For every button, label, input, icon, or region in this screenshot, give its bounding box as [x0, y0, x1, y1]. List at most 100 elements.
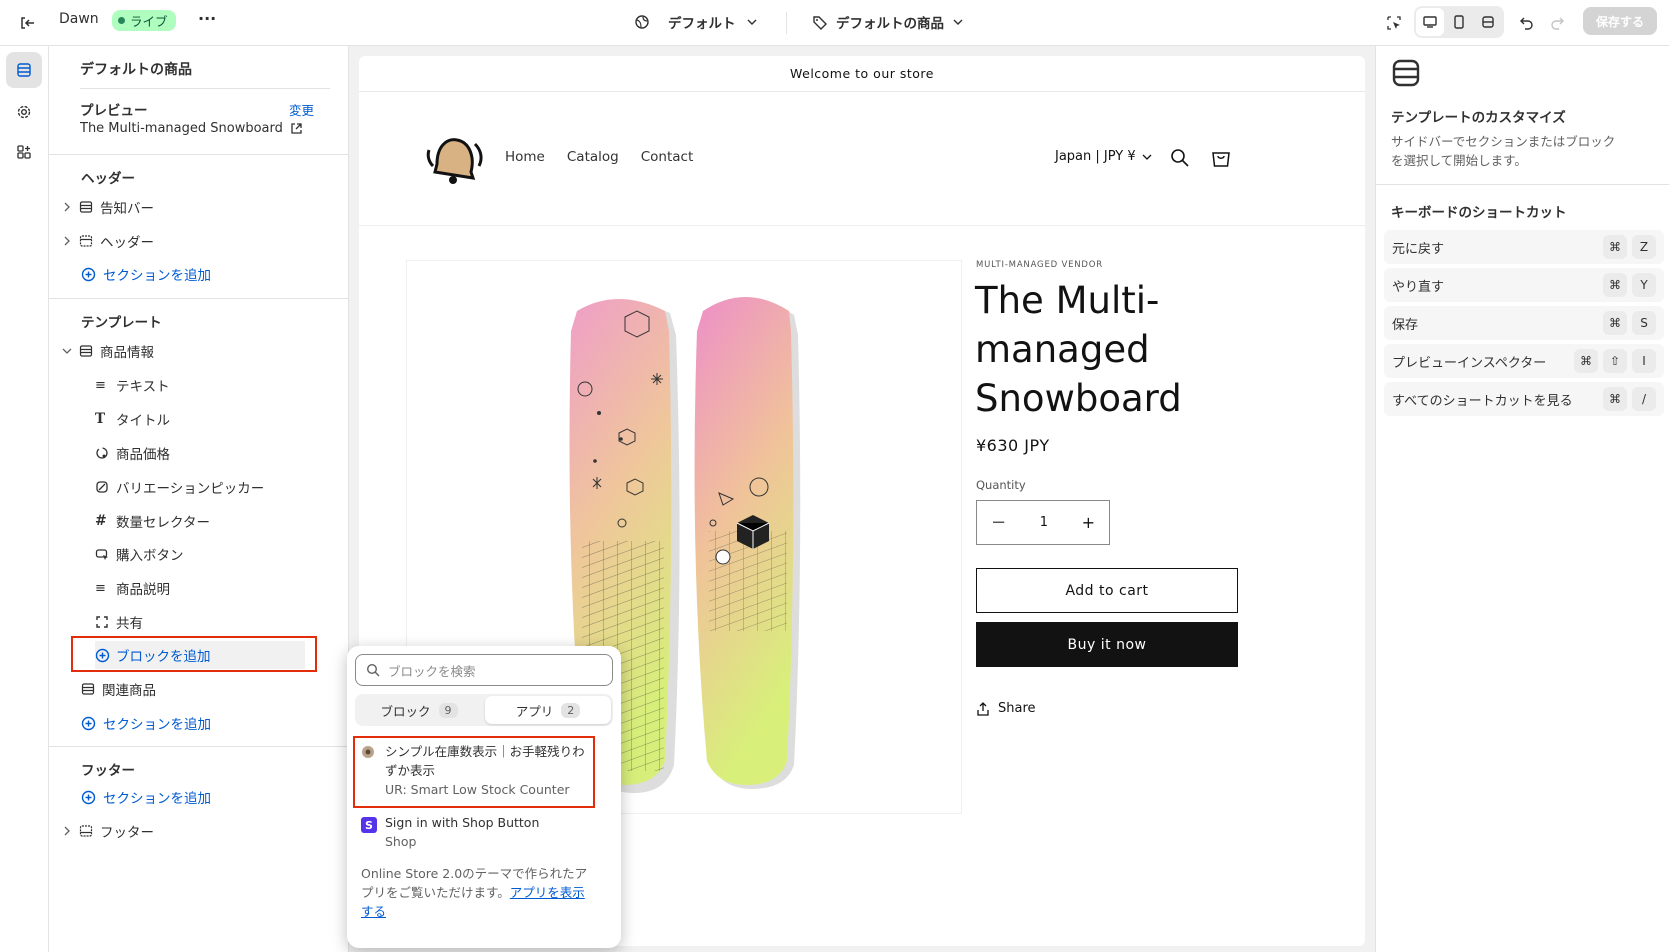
desktop-view-button[interactable] — [1416, 8, 1444, 36]
product-vendor: MULTI-MANAGED VENDOR — [976, 260, 1103, 270]
add-section-button[interactable]: セクションを追加 — [81, 260, 211, 288]
fullwidth-icon — [1481, 16, 1494, 28]
app-block-item-shop-login[interactable]: S Sign in with Shop Button Shop — [361, 813, 593, 855]
add-section-button[interactable]: セクションを追加 — [81, 783, 211, 811]
device-toggle-group — [1414, 6, 1504, 38]
announcement-bar: Welcome to our store — [359, 56, 1365, 92]
quantity-stepper[interactable]: − 1 + — [976, 500, 1110, 545]
add-block-button[interactable]: ブロックを追加 — [95, 641, 305, 669]
theme-settings-button[interactable] — [6, 94, 42, 130]
preview-change-link[interactable]: 変更 — [289, 100, 314, 119]
shortcuts-title: キーボードのショートカット — [1391, 205, 1567, 221]
nav-link-catalog[interactable]: Catalog — [567, 149, 619, 165]
command-key: ⌘ — [1603, 311, 1627, 335]
nav-link-home[interactable]: Home — [505, 149, 545, 165]
share-button[interactable]: Share — [976, 701, 1036, 716]
redo-icon — [1551, 17, 1564, 30]
sections-nav-button[interactable] — [6, 52, 42, 88]
title-t-icon: T — [95, 411, 106, 427]
command-key: ⌘ — [1603, 387, 1627, 411]
add-to-cart-button[interactable]: Add to cart — [976, 568, 1238, 613]
section-item-product-info[interactable]: 商品情報 — [61, 337, 154, 365]
apps-nav-button[interactable] — [6, 134, 42, 170]
product-price: ¥630 JPY — [976, 436, 1050, 455]
text-lines-icon: ≡ — [95, 377, 106, 393]
block-item-title[interactable]: T タイトル — [95, 405, 170, 433]
price-tag-icon — [96, 447, 108, 459]
cart-icon[interactable] — [1210, 147, 1232, 169]
product-title: The Multi- managed Snowboard — [975, 279, 1182, 420]
section-item-footer[interactable]: フッター — [61, 817, 154, 845]
preview-label: プレビュー — [80, 103, 148, 119]
inspector-button[interactable] — [1381, 10, 1407, 36]
block-item-description[interactable]: ≡ 商品説明 — [95, 574, 170, 602]
command-key: ⌘ — [1603, 273, 1627, 297]
sections-icon — [17, 63, 31, 77]
fullscreen-view-button[interactable] — [1473, 8, 1502, 36]
shortcut-row: 保存 ⌘ S — [1384, 306, 1664, 340]
block-item-quantity-selector[interactable]: # 数量セレクター — [95, 507, 210, 535]
divider — [49, 154, 349, 155]
block-tabs: ブロック 9 アプリ 2 — [355, 694, 613, 726]
template-select[interactable]: デフォルトの商品 — [812, 12, 964, 32]
quantity-value[interactable]: 1 — [1040, 515, 1048, 530]
preview-product-link[interactable]: The Multi-managed Snowboard — [80, 121, 303, 136]
search-icon — [366, 663, 380, 677]
chevron-right-icon — [64, 202, 70, 212]
chevron-down-icon — [953, 19, 963, 25]
store-search-icon[interactable] — [1170, 148, 1190, 168]
chevron-down-icon — [62, 348, 72, 354]
more-actions-button[interactable]: ··· — [198, 9, 216, 28]
template-group-heading: テンプレート — [81, 315, 162, 331]
block-item-buy-button[interactable]: 購入ボタン — [95, 540, 184, 568]
store-logo-bell[interactable] — [423, 128, 485, 190]
top-bar: Dawn ライブ ··· デフォルト デフォルトの商品 保存する — [0, 0, 1669, 46]
save-button[interactable]: 保存する — [1583, 7, 1657, 35]
footer-group-heading: フッター — [81, 763, 135, 779]
sidebar-title: デフォルトの商品 — [80, 62, 192, 78]
hash-icon: # — [95, 513, 107, 529]
view-apps-link[interactable]: アプリを表示 — [510, 885, 585, 900]
block-item-price[interactable]: 商品価格 — [95, 439, 170, 467]
buy-now-button[interactable]: Buy it now — [976, 622, 1238, 667]
theme-name: Dawn — [59, 11, 99, 27]
theme-select[interactable]: デフォルト — [634, 12, 758, 32]
command-key: ⌘ — [1574, 349, 1598, 373]
tab-count-badge: 9 — [438, 702, 458, 718]
section-item-related-products[interactable]: 関連商品 — [81, 675, 156, 703]
customize-panel: テンプレートのカスタマイズ サイドバーでセクションまたはブロック を選択して開始… — [1375, 46, 1669, 952]
globe-icon — [635, 15, 649, 29]
decrease-quantity-button[interactable]: − — [991, 512, 1006, 533]
tab-apps[interactable]: アプリ 2 — [485, 696, 611, 724]
undo-button[interactable] — [1514, 10, 1540, 36]
chevron-right-icon — [64, 826, 70, 836]
nav-link-contact[interactable]: Contact — [641, 149, 694, 165]
tag-icon — [813, 16, 827, 30]
view-apps-link-cont[interactable]: する — [361, 902, 597, 921]
app-block-item-low-stock[interactable]: シンプル在庫数表示｜お手軽残りわ ずか表示 UR: Smart Low Stoc… — [361, 742, 593, 806]
shortcut-row: やり直す ⌘ Y — [1384, 268, 1664, 302]
plus-circle-icon — [81, 716, 96, 730]
block-item-share[interactable]: 共有 — [95, 608, 143, 636]
divider — [786, 12, 787, 34]
increase-quantity-button[interactable]: + — [1082, 513, 1095, 532]
exit-button[interactable] — [14, 10, 40, 36]
add-section-button[interactable]: セクションを追加 — [81, 709, 211, 737]
section-item-header[interactable]: ヘッダー — [61, 227, 154, 255]
redo-button[interactable] — [1544, 10, 1570, 36]
mobile-view-button[interactable] — [1444, 8, 1473, 36]
share-icon — [977, 701, 989, 716]
tab-blocks[interactable]: ブロック 9 — [357, 696, 481, 724]
block-item-text[interactable]: ≡ テキスト — [95, 371, 170, 399]
section-icon — [79, 201, 93, 213]
block-item-variant-picker[interactable]: バリエーションピッカー — [95, 473, 264, 501]
icon-rail — [0, 46, 49, 952]
chevron-down-icon — [1142, 154, 1152, 160]
section-item-announcement[interactable]: 告知バー — [61, 193, 154, 221]
shortcut-row[interactable]: すべてのショートカットを見る ⌘ / — [1384, 382, 1664, 416]
block-search-input[interactable]: ブロックを検索 — [355, 654, 613, 686]
currency-selector[interactable]: Japan | JPY ¥ — [1055, 149, 1152, 164]
chevron-down-icon — [747, 19, 756, 25]
sections-sidebar: デフォルトの商品 プレビュー 変更 The Multi-managed Snow… — [49, 46, 349, 952]
gear-icon — [17, 105, 31, 119]
